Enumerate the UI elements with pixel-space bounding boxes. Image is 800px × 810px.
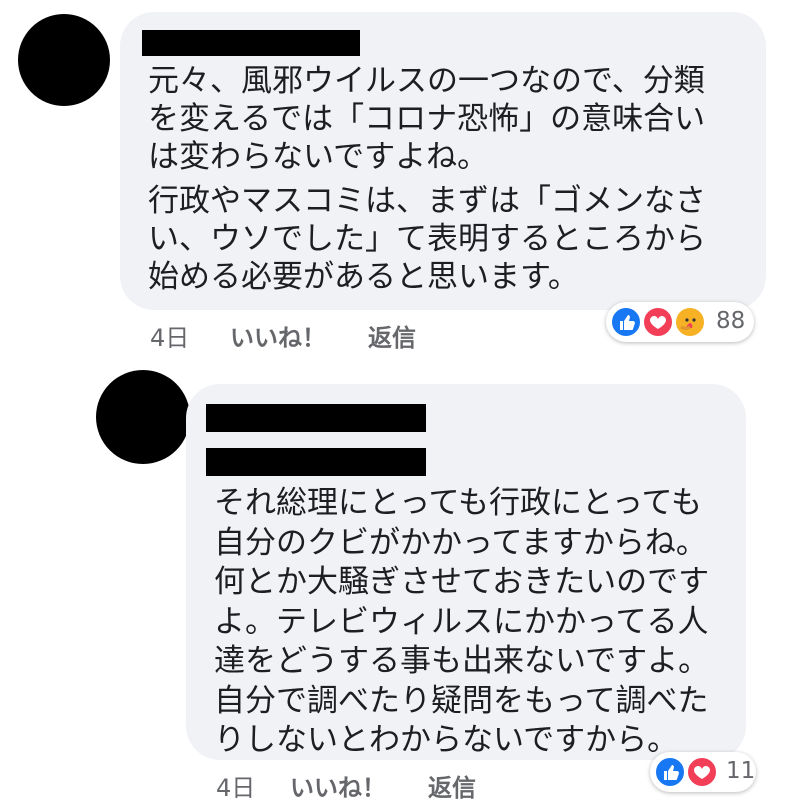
like-button[interactable]: いいね！ xyxy=(230,318,326,353)
comment-line: よ。テレビウィルスにかかってる人 xyxy=(214,603,709,640)
like-icon xyxy=(610,306,642,338)
avatar[interactable] xyxy=(18,14,110,106)
redacted-author-name[interactable] xyxy=(206,404,426,432)
comment-line: 自分で調べたり疑問をもって調べた xyxy=(214,682,709,719)
comment-line: それ総理にとっても行政にとっても xyxy=(214,485,702,521)
love-icon xyxy=(686,756,718,788)
love-icon xyxy=(642,306,674,338)
comment-line: は変わらないですよね。 xyxy=(148,139,489,175)
timestamp[interactable]: 4日 xyxy=(150,318,189,353)
comment-text: それ総理にとっても行政にとっても 自分のクビがかかってますからね。 何とか大騒ぎ… xyxy=(214,484,709,761)
care-icon xyxy=(674,306,706,338)
comment-line: 元々、風邪ウイルスの一つなので、分類 xyxy=(148,63,705,99)
comment-line: 始める必要があると思います。 xyxy=(148,259,579,295)
reply-button[interactable]: 返信 xyxy=(368,318,416,353)
reaction-count: 88 xyxy=(716,308,746,334)
timestamp[interactable]: 4日 xyxy=(216,768,255,803)
avatar[interactable] xyxy=(96,370,190,464)
comment-line: りしないとわからないですから。 xyxy=(214,722,679,758)
comment-line: 行政やマスコミは、まずは「ゴメンなさ xyxy=(148,183,706,219)
comment-line: を変えるでは「コロナ恐怖」の意味合い xyxy=(148,101,706,137)
comment-actions: 4日 いいね！ 返信 xyxy=(216,768,516,802)
comment-line: 自分のクビがかかってますからね。 xyxy=(214,524,707,561)
comment-text: 元々、風邪ウイルスの一つなので、分類 を変えるでは「コロナ恐怖」の意味合い は変… xyxy=(148,62,706,296)
redacted-mention[interactable] xyxy=(206,448,426,476)
comment-line: 何とか大騒ぎさせておきたいのです xyxy=(214,564,710,600)
comment-line: い、ウソでした」て表明するところから xyxy=(148,221,706,257)
like-button[interactable]: いいね！ xyxy=(290,768,386,803)
reaction-summary[interactable]: 88 xyxy=(606,302,754,342)
like-icon xyxy=(654,756,686,788)
comment-actions: 4日 いいね！ 返信 xyxy=(150,318,450,352)
redacted-author-name[interactable] xyxy=(142,30,360,56)
reaction-count: 11 xyxy=(726,758,756,784)
comment-line: 達をどうする事も出来ないですよ。 xyxy=(214,643,710,679)
reaction-summary[interactable]: 11 xyxy=(650,752,756,792)
reply-button[interactable]: 返信 xyxy=(428,768,476,803)
